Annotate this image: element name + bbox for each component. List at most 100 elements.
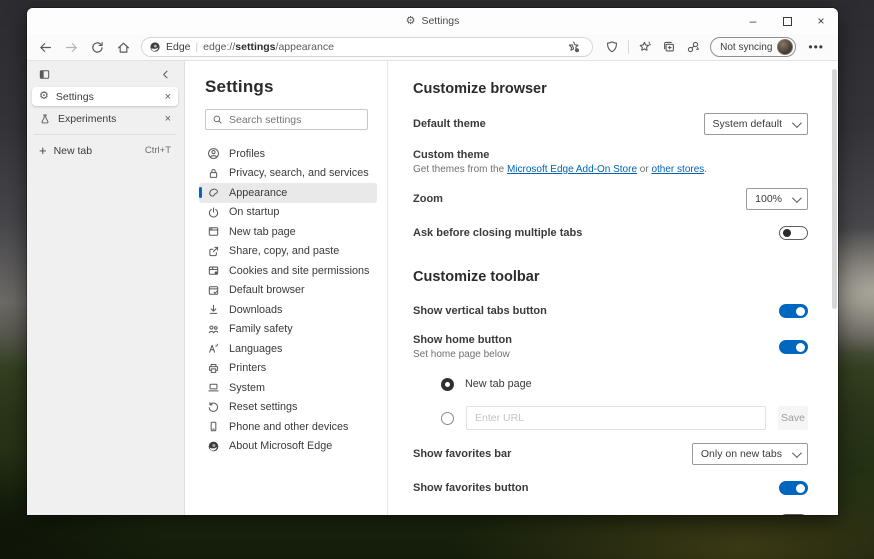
sidebar-item-printers[interactable]: Printers [199,359,377,379]
chevron-down-icon [791,117,802,128]
row-show-history-button: Show history button [413,511,808,515]
url-text: edge://settings/appearance [203,41,334,53]
show-history-toggle[interactable] [779,514,808,515]
site-engine-label: Edge [166,41,191,53]
printer-icon [208,363,219,373]
favorites-bar-dropdown[interactable]: Only on new tabs [691,443,808,465]
show-home-toggle[interactable] [779,340,808,354]
maximize-icon [782,16,792,26]
refresh-button[interactable] [85,37,109,58]
tab-title-label: Settings [421,15,460,27]
toolbar-divider [628,40,630,54]
gear-icon: ⚙ [39,90,49,102]
zoom-dropdown[interactable]: 100% [746,188,808,210]
sidebar-item-phone-devices[interactable]: Phone and other devices [199,417,377,437]
sidebar-item-downloads[interactable]: Downloads [199,300,377,320]
other-stores-link[interactable]: other stores [651,164,704,175]
page-title: Settings [205,77,274,96]
tabs-divider [34,134,176,135]
settings-content: Customize browser Default theme System d… [388,61,838,515]
sidebar-item-profiles[interactable]: Profiles [199,144,377,164]
content-scrollbar[interactable] [832,69,837,309]
sidebar-item-family-safety[interactable]: Family safety [199,320,377,340]
custom-url-radio[interactable] [441,411,454,425]
default-browser-icon [208,286,219,295]
home-url-input[interactable] [466,406,766,430]
settings-page: Settings Profiles Privacy, search, and s… [185,61,838,515]
favorites-button[interactable] [634,37,656,58]
active-tab-title: ⚙ Settings [27,8,838,34]
edge-logo-icon [150,42,160,52]
addon-store-link[interactable]: Microsoft Edge Add-On Store [507,164,637,175]
forward-button[interactable] [59,37,83,58]
sync-status-button[interactable]: Not syncing [710,37,797,57]
home-button[interactable] [111,37,135,58]
cookies-icon [208,266,219,275]
settings-search[interactable] [205,109,368,130]
refresh-icon [91,41,103,53]
address-separator: | [195,41,199,53]
page-link-button[interactable] [682,37,704,58]
row-zoom: Zoom 100% [413,188,808,210]
save-button[interactable]: Save [778,406,808,430]
row-default-theme: Default theme System default [413,113,808,135]
tab-label: Settings [55,90,94,103]
sidebar-item-cookies-permissions[interactable]: Cookies and site permissions [199,261,377,281]
sidebar-item-share-copy-paste[interactable]: Share, copy, and paste [199,242,377,262]
gear-icon: ⚙ [405,14,416,27]
languages-icon [209,344,219,353]
new-tab-page-radio[interactable] [441,377,454,391]
show-favorites-toggle[interactable] [779,481,808,495]
close-tab-icon[interactable]: × [165,113,171,125]
vertical-tabs-panel: ⚙ Settings × Experiments × + New tab Ctr… [27,61,185,515]
chevron-left-icon[interactable] [159,68,172,81]
section-heading-customize-browser: Customize browser [413,81,547,97]
sidebar-item-reset-settings[interactable]: Reset settings [199,398,377,418]
row-show-home: Show home button Set home page below [413,334,808,360]
back-button[interactable] [33,37,57,58]
sidebar-item-privacy[interactable]: Privacy, search, and services [199,164,377,184]
ask-before-closing-toggle[interactable] [779,226,808,240]
close-button[interactable]: × [804,8,838,34]
sidebar-item-new-tab-page[interactable]: New tab page [199,222,377,242]
laptop-icon [208,383,219,392]
minimize-button[interactable]: – [736,8,770,34]
address-bar[interactable]: Edge | edge://settings/appearance [141,37,594,58]
default-theme-dropdown[interactable]: System default [703,113,808,135]
settings-nav-list: Profiles Privacy, search, and services A… [199,144,377,456]
sidebar-item-system[interactable]: System [199,378,377,398]
sidebar-item-languages[interactable]: Languages [199,339,377,359]
browser-toolbar: Edge | edge://settings/appearance Not sy… [27,34,838,61]
search-icon [213,115,222,124]
row-home-newtab-option: New tab page [441,374,808,394]
collections-button[interactable] [658,37,680,58]
custom-theme-description: Get themes from the Microsoft Edge Add-O… [413,164,708,175]
privacy-lock-icon [209,168,218,178]
settings-and-more-button[interactable]: ••• [802,40,830,54]
phone-icon [210,421,217,432]
tab-experiments[interactable]: Experiments × [32,109,178,128]
sidebar-item-about-edge[interactable]: About Microsoft Edge [199,437,377,457]
close-tab-icon[interactable]: × [165,91,171,103]
sidebar-item-on-startup[interactable]: On startup [199,203,377,223]
tab-label: Experiments [58,112,117,125]
row-show-favorites-button: Show favorites button [413,478,808,498]
search-input[interactable] [229,113,361,126]
power-icon [208,207,219,218]
new-tab-page-icon [208,227,219,236]
settings-sidebar: Settings Profiles Privacy, search, and s… [185,61,388,515]
maximize-button[interactable] [770,8,804,34]
show-vertical-tabs-toggle[interactable] [779,304,808,318]
tab-settings[interactable]: ⚙ Settings × [32,87,178,106]
sidebar-item-appearance[interactable]: Appearance [199,183,377,203]
edge-logo-icon [208,441,219,452]
new-tab-button[interactable]: + New tab Ctrl+T [32,141,178,160]
favorites-star-icon [639,41,652,51]
add-favorite-button[interactable] [563,37,585,58]
appearance-icon [209,188,219,197]
title-bar[interactable]: ⚙ Settings – × [27,8,838,34]
browser-essentials-button[interactable] [601,37,623,58]
plus-icon: + [39,143,47,158]
sidebar-item-default-browser[interactable]: Default browser [199,281,377,301]
desktop-wallpaper: ⚙ Settings – × Edge | edge://settings/ap… [0,0,874,559]
